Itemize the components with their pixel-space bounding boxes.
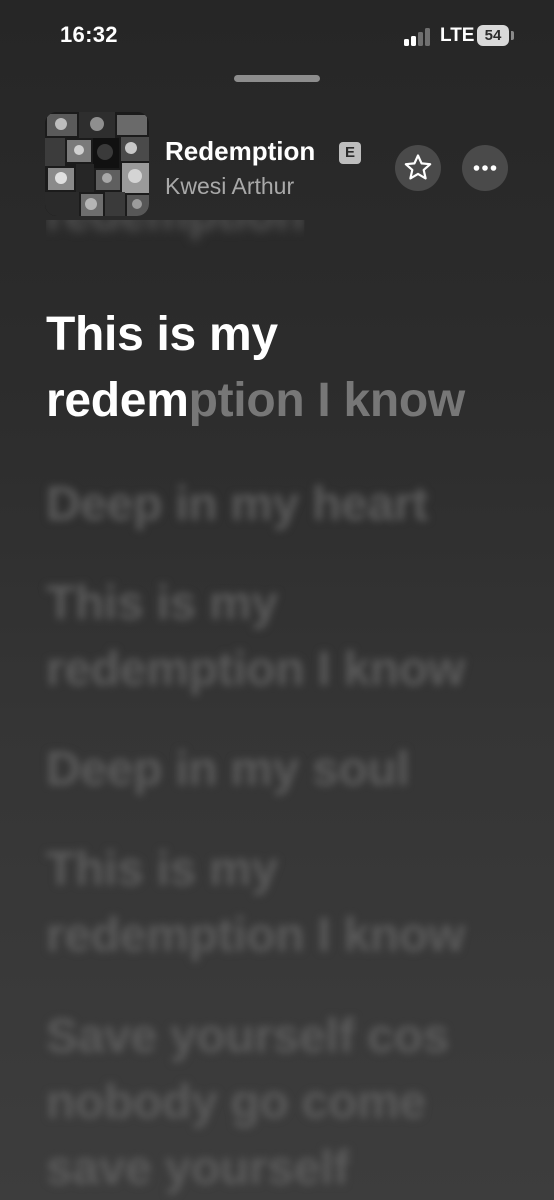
lyrics-view[interactable]: redemption This is my redemption I know … bbox=[0, 220, 554, 1200]
track-artist[interactable]: Kwesi Arthur bbox=[165, 173, 294, 200]
ellipsis-icon bbox=[473, 165, 497, 171]
battery-tip bbox=[511, 31, 514, 40]
now-playing-header: Redemption E Kwesi Arthur bbox=[0, 110, 554, 220]
more-options-button[interactable] bbox=[462, 145, 508, 191]
explicit-badge: E bbox=[339, 142, 361, 164]
lyric-line-upcoming[interactable]: redemption I know bbox=[46, 637, 465, 703]
lyric-line-upcoming[interactable]: save yourself bbox=[46, 1136, 349, 1200]
status-bar: 16:32 LTE 54 bbox=[0, 0, 554, 62]
lyric-line-previous[interactable]: redemption bbox=[46, 220, 304, 248]
network-type: LTE bbox=[440, 25, 475, 46]
sheet-grabber[interactable] bbox=[234, 75, 320, 82]
lyric-line-upcoming[interactable]: Deep in my heart bbox=[46, 472, 428, 538]
cellular-signal-icon bbox=[404, 28, 434, 46]
lyric-line-upcoming[interactable]: This is my bbox=[46, 571, 278, 637]
star-icon bbox=[404, 154, 432, 180]
album-artwork[interactable] bbox=[45, 112, 149, 216]
lyric-current-line-2: redemption I know bbox=[46, 368, 465, 434]
lyric-line-upcoming[interactable]: This is my bbox=[46, 837, 278, 903]
lyric-line-upcoming[interactable]: nobody go come bbox=[46, 1070, 426, 1136]
favorite-button[interactable] bbox=[395, 145, 441, 191]
lyric-line-upcoming[interactable]: Save yourself cos bbox=[46, 1004, 449, 1070]
lyric-current-line-1: This is my bbox=[46, 308, 278, 361]
lyrics-screen: 16:32 LTE 54 Redemption E Kwesi Arthur T… bbox=[0, 0, 554, 1200]
status-time: 16:32 bbox=[60, 22, 118, 47]
lyric-line-upcoming[interactable]: redemption I know bbox=[46, 903, 465, 969]
track-title[interactable]: Redemption bbox=[165, 136, 315, 167]
lyric-line-current[interactable]: This is my redemption I know bbox=[46, 302, 465, 434]
battery-icon: 54 bbox=[477, 25, 509, 46]
lyric-sung-portion: redem bbox=[46, 374, 189, 427]
lyric-line-upcoming[interactable]: Deep in my soul bbox=[46, 737, 410, 803]
lyric-unsung-portion: ption I know bbox=[188, 374, 466, 427]
